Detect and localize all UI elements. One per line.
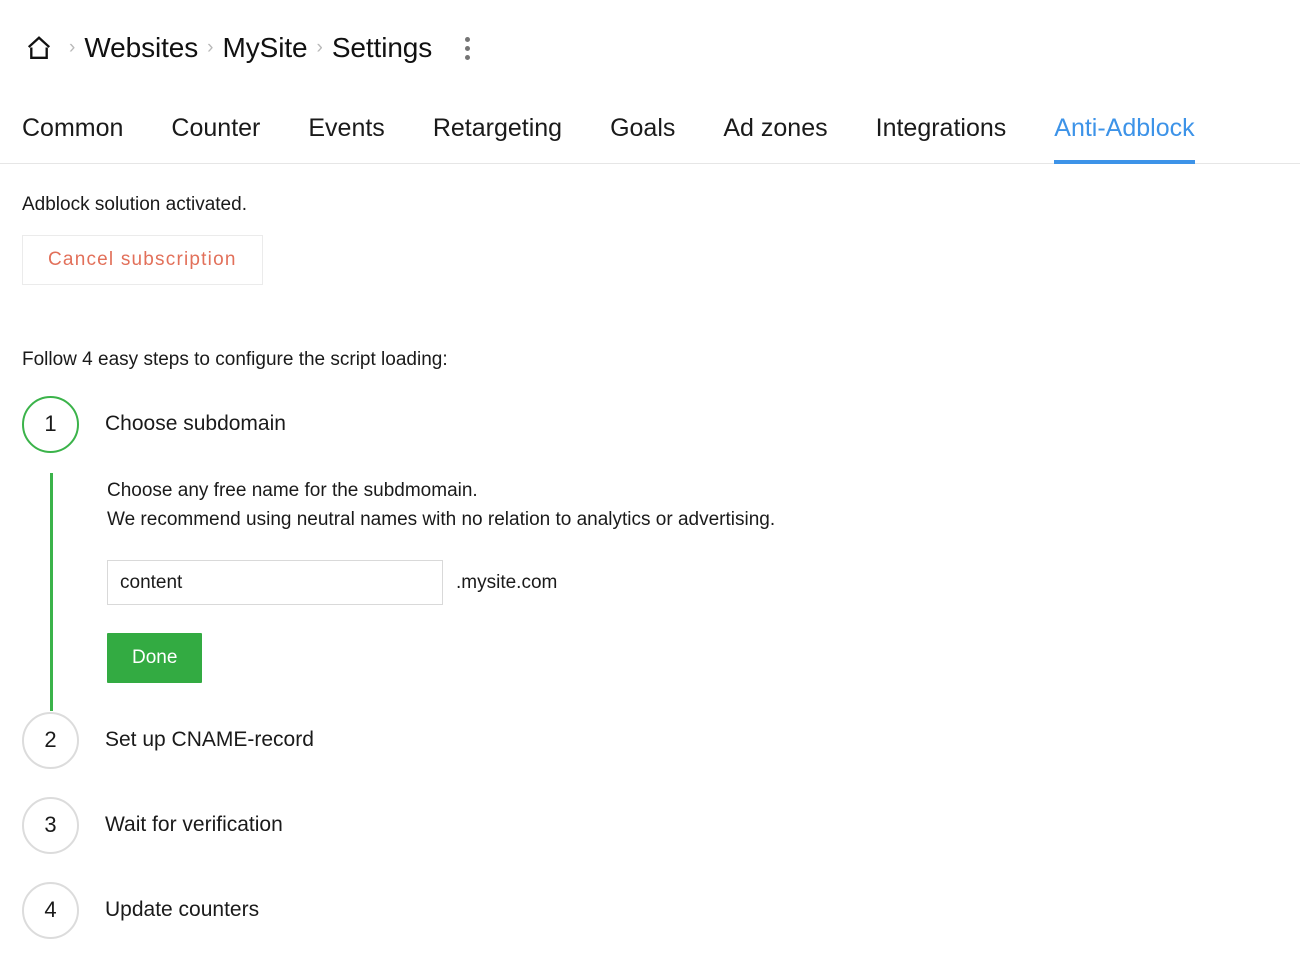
steps-intro-text: Follow 4 easy steps to configure the scr… — [22, 349, 1278, 371]
step-1-header[interactable]: 1 Choose subdomain — [22, 395, 1278, 453]
step-1-body: Choose any free name for the subdmomain.… — [22, 453, 1278, 711]
step-1-number-badge: 1 — [22, 396, 79, 453]
tab-counter[interactable]: Counter — [171, 116, 260, 163]
step-3-number-badge: 3 — [22, 797, 79, 854]
step-2-header[interactable]: 2 Set up CNAME-record — [22, 711, 1278, 769]
tab-anti-adblock[interactable]: Anti-Adblock — [1054, 116, 1194, 163]
anti-adblock-panel: Adblock solution activated. Cancel subsc… — [0, 194, 1300, 939]
subdomain-row: .mysite.com — [107, 560, 1278, 605]
step-3-header[interactable]: 3 Wait for verification — [22, 796, 1278, 854]
tab-ad-zones[interactable]: Ad zones — [723, 116, 827, 163]
breadcrumb-separator-3: › — [307, 38, 331, 57]
subdomain-input[interactable] — [107, 560, 443, 605]
kebab-dot — [465, 55, 470, 60]
breadcrumb-separator-2: › — [198, 38, 222, 57]
tab-common[interactable]: Common — [22, 116, 123, 163]
step-4-update-counters: 4 Update counters — [22, 881, 1278, 939]
step-4-header[interactable]: 4 Update counters — [22, 881, 1278, 939]
step-1-title: Choose subdomain — [105, 412, 286, 436]
step-3-wait-for-verification: 3 Wait for verification — [22, 796, 1278, 854]
breadcrumb-item-mysite[interactable]: MySite — [223, 32, 308, 64]
tab-retargeting[interactable]: Retargeting — [433, 116, 562, 163]
subdomain-done-button[interactable]: Done — [107, 633, 202, 683]
tab-events[interactable]: Events — [308, 116, 384, 163]
breadcrumb: › Websites › MySite › Settings — [0, 0, 1300, 96]
breadcrumb-item-settings[interactable]: Settings — [332, 32, 432, 64]
kebab-dot — [465, 46, 470, 51]
setup-steps-list: 1 Choose subdomain Choose any free name … — [22, 395, 1278, 939]
kebab-menu-icon[interactable] — [454, 31, 480, 65]
breadcrumb-item-websites[interactable]: Websites — [84, 32, 198, 64]
step-1-description-line-1: Choose any free name for the subdmomain. — [107, 477, 1278, 506]
subscription-status-text: Adblock solution activated. — [22, 194, 1278, 216]
step-2-number-badge: 2 — [22, 712, 79, 769]
tab-integrations[interactable]: Integrations — [876, 116, 1007, 163]
tab-goals[interactable]: Goals — [610, 116, 675, 163]
step-4-number-badge: 4 — [22, 882, 79, 939]
step-2-title: Set up CNAME-record — [105, 728, 314, 752]
step-spacer — [22, 769, 1278, 796]
step-1-choose-subdomain: 1 Choose subdomain Choose any free name … — [22, 395, 1278, 711]
kebab-dot — [465, 37, 470, 42]
cancel-subscription-button[interactable]: Cancel subscription — [22, 235, 263, 285]
settings-tab-bar: Common Counter Events Retargeting Goals … — [0, 96, 1300, 164]
step-2-set-up-cname-record: 2 Set up CNAME-record — [22, 711, 1278, 769]
step-spacer — [22, 854, 1278, 881]
breadcrumb-separator-1: › — [60, 38, 84, 57]
domain-suffix-label: .mysite.com — [456, 572, 557, 594]
home-icon[interactable] — [22, 31, 56, 65]
step-1-description-line-2: We recommend using neutral names with no… — [107, 506, 1278, 535]
step-3-title: Wait for verification — [105, 813, 283, 837]
step-4-title: Update counters — [105, 898, 259, 922]
